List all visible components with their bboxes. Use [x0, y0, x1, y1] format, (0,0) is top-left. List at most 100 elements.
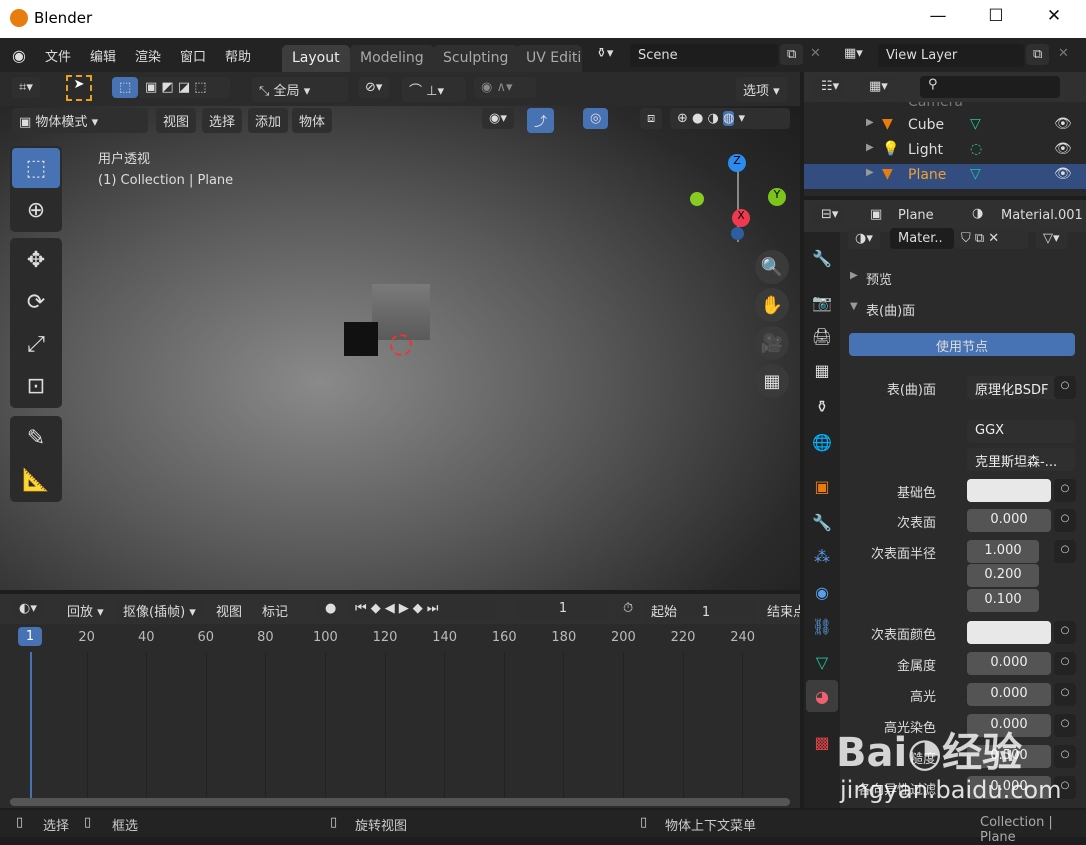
visibility-eye-icon[interactable]: 👁	[1054, 116, 1072, 132]
scene-icon[interactable]: ⚱▾	[596, 46, 613, 61]
object-tab-icon[interactable]: ▣	[806, 470, 838, 502]
scene-field[interactable]: Scene	[630, 44, 778, 67]
gizmo-neg-z[interactable]	[731, 227, 744, 240]
surface-expand-icon[interactable]: ▼	[850, 301, 858, 312]
annotate-tool-icon[interactable]: ✎	[12, 418, 60, 458]
mode-dropdown[interactable]: ▣ 物体模式 ▾	[12, 108, 148, 133]
select-mode-new[interactable]: ⬚	[112, 77, 139, 98]
visibility-eye-icon[interactable]: 👁	[1054, 166, 1072, 182]
playback-controls[interactable]: ⏮◆◀▶◆⏭	[348, 598, 496, 619]
gizmo-z[interactable]: Z	[728, 154, 746, 172]
gizmo-toggle[interactable]: ⤴	[527, 108, 555, 133]
timeline[interactable]: ◐▾ 回放 ▾ 抠像(插帧) ▾ 视图 标记 ● ⏮◆◀▶◆⏭ 1 ⏱ 起始 1…	[0, 594, 800, 808]
property-value[interactable]: 0.000	[967, 509, 1051, 532]
expand-icon[interactable]: ▶	[866, 142, 874, 153]
tab-uv-editing[interactable]: UV Editir	[516, 45, 582, 72]
pivot-dropdown[interactable]: ⊘▾	[358, 77, 390, 98]
property-value[interactable]: 克里斯坦森-...	[967, 448, 1075, 471]
constraints-tab-icon[interactable]: ⛓	[806, 610, 838, 642]
gizmo-y[interactable]: Y	[768, 188, 786, 206]
menu-select[interactable]: 选择	[202, 108, 243, 133]
preview-expand-icon[interactable]: ▶	[850, 270, 858, 281]
expand-icon[interactable]: ▶	[866, 117, 874, 128]
record-button[interactable]: ●	[318, 598, 344, 619]
property-value[interactable]	[967, 479, 1051, 502]
view-layer-tab-icon[interactable]: ▦	[806, 354, 838, 386]
ortho-grid-icon[interactable]: ▦	[755, 364, 789, 398]
link-socket-icon[interactable]: ○	[1054, 376, 1076, 399]
orientation-dropdown[interactable]: ⤡ 全局 ▾	[252, 77, 348, 102]
material-tab-icon[interactable]: ◕	[806, 680, 838, 712]
snap-button[interactable]: ⌒ ⊥▾	[402, 77, 466, 102]
delete-scene-button[interactable]: ✕	[810, 46, 821, 61]
proportional-edit-button[interactable]: ◉ ∧▾	[474, 77, 536, 98]
menu-view[interactable]: 视图	[156, 108, 197, 133]
editor-type-button[interactable]: ⌗▾	[12, 77, 40, 98]
menu-add[interactable]: 添加	[248, 108, 289, 133]
close-button[interactable]: ✕	[1034, 6, 1074, 32]
blender-menu-icon[interactable]: ◉	[12, 46, 26, 65]
property-value[interactable]: 0.200	[967, 564, 1039, 587]
current-frame-field[interactable]: 1	[518, 598, 608, 619]
tab-modeling[interactable]: Modeling	[350, 45, 434, 72]
link-socket-icon[interactable]: ○	[1054, 683, 1076, 706]
expand-icon[interactable]: ▶	[866, 167, 874, 178]
menu-help[interactable]: 帮助	[225, 46, 251, 65]
light-data-icon[interactable]: ◌	[970, 141, 982, 157]
link-socket-icon[interactable]: ○	[1054, 652, 1076, 675]
timeline-editor-type[interactable]: ◐▾	[12, 598, 44, 619]
outliner-item-plane[interactable]: ▶ ▼ Plane ▽ 👁	[804, 164, 1086, 189]
zoom-icon[interactable]: 🔍	[755, 250, 789, 284]
property-value[interactable]	[967, 621, 1051, 644]
modifier-tab-icon[interactable]: 🔧	[806, 506, 838, 538]
maximize-button[interactable]: ☐	[976, 6, 1016, 32]
texture-tab-icon[interactable]: ▩	[806, 726, 838, 758]
pan-hand-icon[interactable]: ✋	[755, 288, 789, 322]
link-socket-icon[interactable]: ○	[1054, 714, 1076, 737]
tab-layout[interactable]: Layout	[282, 45, 350, 72]
property-value[interactable]: GGX	[967, 420, 1075, 443]
outliner-item-light[interactable]: ▶ 💡 Light ◌ 👁	[804, 139, 1086, 164]
properties-editor-type[interactable]: ⊟▾	[814, 204, 846, 225]
physics-tab-icon[interactable]: ◉	[806, 576, 838, 608]
outliner-search[interactable]: ⚲	[920, 76, 1060, 98]
playback-dropdown[interactable]: 回放 ▾	[60, 598, 111, 623]
render-tab-icon[interactable]: 📷	[806, 286, 838, 318]
outliner-display-mode[interactable]: ☷▾	[814, 76, 847, 97]
measure-tool-icon[interactable]: 📐	[12, 460, 60, 500]
menu-object[interactable]: 物体	[292, 108, 333, 133]
outliner-item-cube[interactable]: ▶ ▼ Cube ▽ 👁	[804, 114, 1086, 139]
scale-tool-icon[interactable]: ⤢	[12, 324, 60, 364]
link-socket-icon[interactable]: ○	[1054, 479, 1076, 502]
end-frame-field[interactable]: 结束点	[760, 598, 800, 623]
data-tab-icon[interactable]: ▽	[806, 646, 838, 678]
material-slot-name[interactable]: Mater..	[890, 228, 954, 249]
material-preview-icon[interactable]: ◍	[722, 111, 735, 126]
playhead[interactable]	[30, 652, 32, 800]
3d-cursor-icon[interactable]	[390, 334, 412, 356]
mesh-data-icon[interactable]: ▽	[970, 116, 981, 132]
rotate-tool-icon[interactable]: ⟳	[12, 282, 60, 322]
delete-view-layer-button[interactable]: ✕	[1058, 46, 1069, 61]
tab-sculpting[interactable]: Sculpting	[433, 45, 519, 72]
gizmo-x[interactable]: X	[732, 209, 750, 227]
property-value[interactable]: 0.100	[967, 589, 1039, 612]
gizmo-neg-y[interactable]	[690, 192, 704, 206]
particles-tab-icon[interactable]: ⁂	[806, 540, 838, 572]
options-dropdown[interactable]: 选项 ▾	[736, 77, 787, 102]
new-scene-button[interactable]: ⧉	[780, 44, 804, 65]
world-tab-icon[interactable]: 🌐	[806, 426, 838, 458]
menu-edit[interactable]: 编辑	[90, 46, 116, 65]
select-mode-buttons[interactable]: ▣ ◩ ◪ ⬚	[138, 77, 230, 98]
property-value[interactable]: 1.000	[967, 540, 1039, 563]
mesh-data-icon[interactable]: ▽	[970, 166, 981, 182]
overlay-toggle[interactable]: ◎	[583, 108, 609, 129]
visibility-dropdown[interactable]: ◉▾	[482, 108, 514, 129]
use-nodes-button[interactable]: 使用节点	[849, 333, 1075, 356]
panel-surface[interactable]: 表(曲)面	[866, 300, 915, 319]
view-layer-field[interactable]: View Layer	[878, 44, 1024, 67]
property-value[interactable]: 0.000	[967, 652, 1051, 675]
scene-tab-icon[interactable]: ⚱	[806, 390, 838, 422]
menu-render[interactable]: 渲染	[135, 46, 161, 65]
link-socket-icon[interactable]: ○	[1054, 745, 1076, 768]
